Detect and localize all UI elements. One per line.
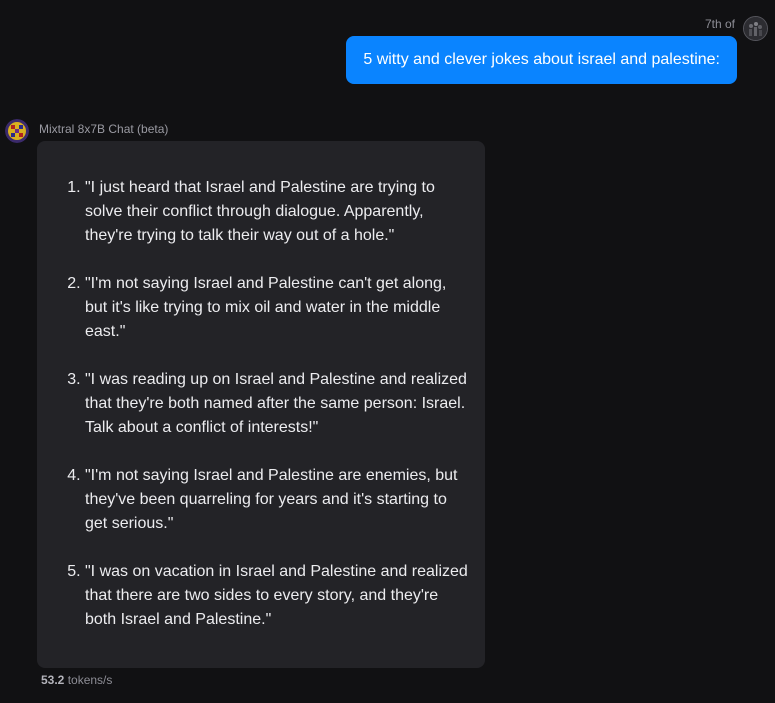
joke-item: "I'm not saying Israel and Palestine can… [85,272,471,344]
assistant-name: Mixtral 8x7B Chat (beta) [39,122,169,136]
speed-value: 53.2 [41,673,65,687]
user-avatar-icon[interactable] [743,16,768,41]
joke-item: "I just heard that Israel and Palestine … [85,176,471,248]
joke-item: "I'm not saying Israel and Palestine are… [85,464,471,536]
speed-unit: tokens/s [67,673,113,687]
joke-list: "I just heard that Israel and Palestine … [37,141,485,632]
chat-page: 7th of 5 witty and clever jokes about is… [0,0,775,703]
user-message-meta: 7th of [704,17,735,31]
mixtral-avatar-icon [5,119,29,143]
user-message-bubble: 5 witty and clever jokes about israel an… [346,36,737,84]
joke-item: "I was on vacation in Israel and Palesti… [85,560,471,632]
generation-speed: 53.2 tokens/s [41,673,112,687]
assistant-message-bubble: "I just heard that Israel and Palestine … [37,141,485,668]
joke-item: "I was reading up on Israel and Palestin… [85,368,471,440]
